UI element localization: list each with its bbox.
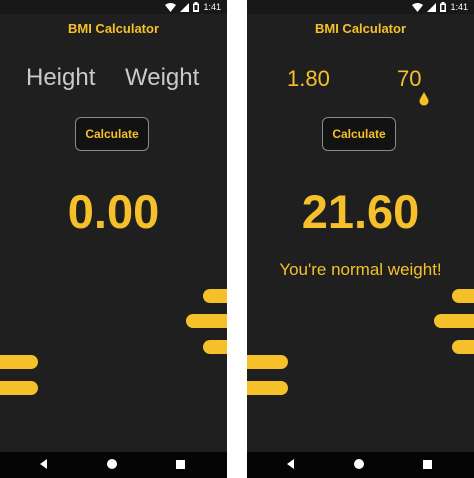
text-cursor-handle-icon[interactable]	[419, 92, 429, 106]
battery-icon	[193, 2, 200, 12]
signal-icon	[180, 2, 190, 12]
wifi-icon	[412, 2, 424, 12]
height-input[interactable]: Height	[26, 64, 95, 92]
nav-home-icon[interactable]	[107, 459, 117, 469]
decor-stripe	[452, 289, 474, 303]
phone-screen-result: 1:41 BMI Calculator 1.80 70 Calculate 21…	[247, 0, 474, 478]
app-title: BMI Calculator	[314, 21, 406, 36]
navigation-bar	[247, 452, 474, 478]
decor-stripe	[247, 381, 288, 395]
status-time: 1:41	[203, 2, 221, 12]
decor-stripe	[247, 355, 288, 369]
navigation-bar	[0, 452, 227, 478]
signal-icon	[427, 2, 437, 12]
decor-stripe	[452, 340, 474, 354]
weight-status-message: You're normal weight!	[279, 260, 442, 279]
nav-back-icon[interactable]	[287, 459, 294, 469]
phone-screen-initial: 1:41 BMI Calculator Height Weight Calcul…	[0, 0, 227, 478]
calculate-button[interactable]: Calculate	[75, 117, 149, 151]
battery-icon	[440, 2, 447, 12]
decor-stripe	[186, 314, 227, 328]
nav-back-icon[interactable]	[40, 459, 47, 469]
nav-home-icon[interactable]	[354, 459, 364, 469]
nav-recent-icon[interactable]	[176, 460, 185, 469]
weight-input[interactable]: 70	[397, 66, 421, 92]
calculate-button[interactable]: Calculate	[322, 117, 396, 151]
height-input[interactable]: 1.80	[287, 66, 330, 92]
weight-input[interactable]: Weight	[125, 64, 199, 92]
app-title: BMI Calculator	[67, 21, 159, 36]
wifi-icon	[165, 2, 177, 12]
decor-stripe	[434, 314, 474, 328]
status-icons: 1:41	[412, 1, 468, 13]
status-bar: 1:41	[247, 0, 474, 14]
status-bar: 1:41	[0, 0, 227, 14]
status-time: 1:41	[450, 2, 468, 12]
decor-stripe	[0, 381, 38, 395]
nav-recent-icon[interactable]	[423, 460, 432, 469]
decor-stripe	[203, 289, 227, 303]
decor-stripe	[0, 355, 38, 369]
decor-stripe	[203, 340, 227, 354]
bmi-result: 0.00	[67, 185, 160, 238]
status-icons: 1:41	[165, 1, 221, 13]
bmi-result: 21.60	[301, 185, 420, 238]
